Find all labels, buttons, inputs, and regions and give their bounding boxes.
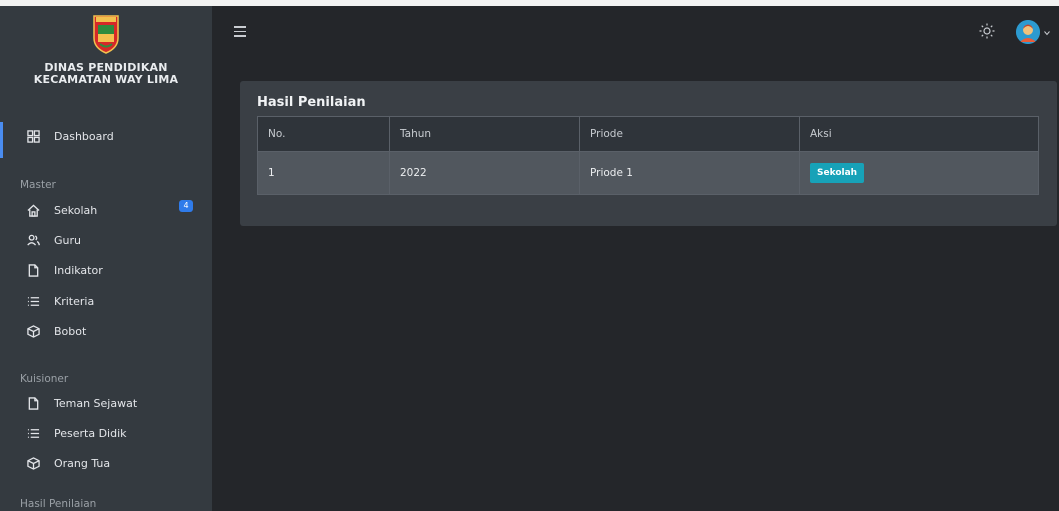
user-avatar[interactable] bbox=[1016, 20, 1040, 44]
cell-priode: Priode 1 bbox=[579, 151, 800, 195]
sidebar-item-label: Sekolah bbox=[54, 203, 98, 217]
brand-title: DINAS PENDIDIKAN KECAMATAN WAY LIMA bbox=[0, 62, 212, 86]
logo-emblem-icon bbox=[93, 15, 119, 54]
sidebar: DINAS PENDIDIKAN KECAMATAN WAY LIMA Dash… bbox=[0, 6, 212, 511]
sidebar-item-indikator[interactable]: Indikator bbox=[0, 257, 212, 283]
sidebar-item-label: Peserta Didik bbox=[54, 426, 127, 440]
brand[interactable]: DINAS PENDIDIKAN KECAMATAN WAY LIMA bbox=[0, 8, 212, 118]
table-row: 1 2022 Priode 1 Sekolah bbox=[257, 151, 1039, 195]
file-icon bbox=[26, 263, 40, 277]
section-kuisioner: Kuisioner bbox=[20, 373, 69, 385]
column-header-no: No. bbox=[257, 116, 390, 152]
grid-icon bbox=[26, 129, 40, 143]
cell-tahun: 2022 bbox=[389, 151, 580, 195]
brand-line-2: KECAMATAN WAY LIMA bbox=[33, 73, 179, 86]
box-icon bbox=[26, 456, 40, 470]
sidebar-item-orang-tua[interactable]: Orang Tua bbox=[0, 450, 212, 476]
users-icon bbox=[26, 233, 40, 247]
sun-icon[interactable] bbox=[979, 23, 995, 39]
results-card: Hasil Penilaian No. Tahun Priode Aksi 1 … bbox=[240, 81, 1057, 226]
sidebar-item-label: Dashboard bbox=[54, 129, 114, 143]
home-icon bbox=[26, 203, 40, 217]
sidebar-item-label: Teman Sejawat bbox=[54, 396, 138, 410]
results-table: No. Tahun Priode Aksi 1 2022 Priode 1 Se… bbox=[257, 116, 1039, 195]
file-icon bbox=[26, 396, 40, 410]
section-master: Master bbox=[20, 179, 56, 191]
hamburger-icon[interactable] bbox=[234, 26, 246, 37]
sidebar-item-teman-sejawat[interactable]: Teman Sejawat bbox=[0, 390, 212, 416]
column-header-priode: Priode bbox=[579, 116, 800, 152]
sidebar-item-kriteria[interactable]: Kriteria bbox=[0, 288, 212, 314]
table-header-row: No. Tahun Priode Aksi bbox=[257, 116, 1039, 152]
sidebar-item-label: Guru bbox=[54, 233, 81, 247]
box-icon bbox=[26, 324, 40, 338]
list-icon bbox=[26, 426, 40, 440]
column-header-aksi: Aksi bbox=[799, 116, 1039, 152]
sidebar-item-dashboard[interactable]: Dashboard bbox=[0, 123, 212, 149]
sekolah-button[interactable]: Sekolah bbox=[810, 163, 865, 183]
cell-no: 1 bbox=[257, 151, 390, 195]
chevron-down-icon[interactable] bbox=[1044, 30, 1050, 36]
sidebar-item-label: Orang Tua bbox=[54, 456, 111, 470]
section-hasil-penilaian: Hasil Penilaian bbox=[20, 498, 97, 510]
count-badge: 4 bbox=[179, 200, 193, 212]
sidebar-item-label: Bobot bbox=[54, 324, 87, 338]
list-icon bbox=[26, 294, 40, 308]
column-header-tahun: Tahun bbox=[389, 116, 580, 152]
sidebar-item-peserta-didik[interactable]: Peserta Didik bbox=[0, 420, 212, 446]
sidebar-item-label: Kriteria bbox=[54, 294, 95, 308]
topbar bbox=[212, 6, 1059, 62]
sidebar-item-bobot[interactable]: Bobot bbox=[0, 318, 212, 344]
sidebar-item-sekolah[interactable]: Sekolah 4 bbox=[0, 197, 212, 223]
page-title: Hasil Penilaian bbox=[257, 95, 366, 110]
sidebar-item-guru[interactable]: Guru bbox=[0, 227, 212, 253]
cell-aksi: Sekolah bbox=[799, 151, 1039, 195]
sidebar-item-label: Indikator bbox=[54, 263, 103, 277]
